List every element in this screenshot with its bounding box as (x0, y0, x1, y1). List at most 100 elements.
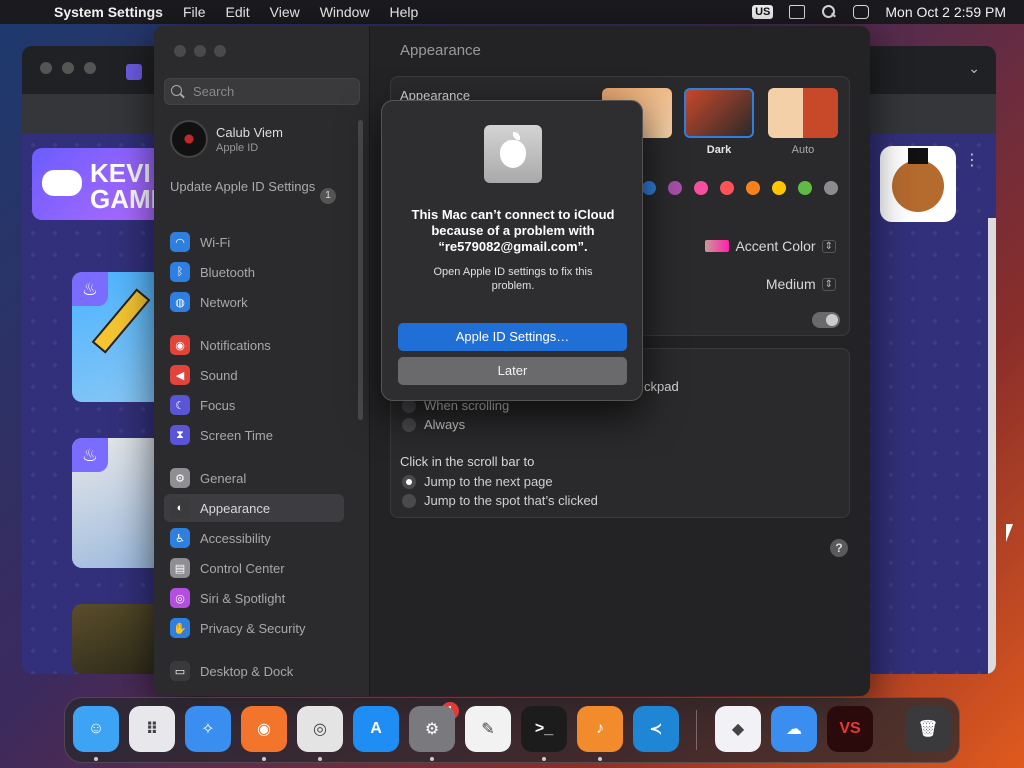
sidebar-item-control-center[interactable]: ▤ Control Center (164, 554, 344, 582)
site-logo-text: KEVI GAME (90, 158, 162, 214)
accent-swatch[interactable] (642, 181, 656, 195)
sidebar-item-screen-time[interactable]: ⧗ Screen Time (164, 421, 344, 449)
zoom-dot[interactable] (84, 62, 96, 74)
radio-jump-spot-clicked[interactable]: Jump to the spot that’s clicked (402, 493, 598, 508)
sidebar-item-notifications[interactable]: ◉ Notifications (164, 331, 344, 359)
sidebar-item-wifi[interactable]: ◠ Wi-Fi (164, 228, 344, 256)
dock-icon: ▭ (170, 661, 190, 681)
accent-swatch[interactable] (824, 181, 838, 195)
sidebar-item-appearance[interactable]: ◐ Appearance (164, 494, 344, 522)
sidebar-item-siri-spotlight[interactable]: ◎ Siri & Spotlight (164, 584, 344, 612)
site-logo[interactable]: KEVI GAME (32, 148, 162, 220)
close-button[interactable] (174, 45, 186, 57)
dock-weather-icon[interactable]: ☁ (771, 706, 817, 752)
menu-app-name[interactable]: System Settings (54, 4, 163, 20)
input-source-badge[interactable]: US (752, 5, 774, 19)
appearance-auto-label: Auto (791, 144, 815, 156)
wallpaper-tinting-toggle[interactable] (812, 312, 840, 328)
browser-scrollbar[interactable] (988, 218, 996, 674)
control-center-icon[interactable] (853, 5, 870, 19)
dock-textedit-icon[interactable]: ✎ (465, 706, 511, 752)
sidebar-size-value: Medium (765, 276, 816, 292)
appearance-icon: ◐ (170, 498, 190, 518)
sidebar-scrollbar[interactable] (358, 120, 363, 420)
minimize-dot[interactable] (62, 62, 74, 74)
gear-icon: ⚙ (170, 468, 190, 488)
accent-swatch[interactable] (798, 181, 812, 195)
highlight-color-control[interactable]: Accent Color ⇕ (705, 238, 836, 254)
sidebar-item-sound[interactable]: ◀ Sound (164, 361, 344, 389)
game-thumbnail[interactable]: ♨ (72, 438, 162, 568)
radio-always[interactable]: Always (402, 417, 465, 432)
dock-vs-icon[interactable]: VS (827, 706, 873, 752)
hat-art (908, 148, 928, 164)
icloud-alert-dialog: This Mac can’t connect to iCloud because… (381, 100, 643, 401)
tab-favicon-icon[interactable] (126, 64, 142, 80)
later-button[interactable]: Later (398, 357, 627, 385)
apple-id-settings-button[interactable]: Apple ID Settings… (398, 323, 627, 351)
running-indicator (262, 757, 266, 761)
accent-swatch[interactable] (746, 181, 760, 195)
dock-vs-code-icon[interactable]: ≺ (633, 706, 679, 752)
close-dot[interactable] (40, 62, 52, 74)
sidebar-item-desktop-dock[interactable]: ▭ Desktop & Dock (164, 657, 344, 685)
alert-title: This Mac can’t connect to iCloud because… (411, 207, 615, 254)
dock-terminal-icon[interactable]: >_ (521, 706, 567, 752)
accent-swatch[interactable] (720, 181, 734, 195)
dock-garageband-icon[interactable]: ♪ (577, 706, 623, 752)
sidebar-item-bluetooth[interactable]: ᛒ Bluetooth (164, 258, 344, 286)
menu-file[interactable]: File (183, 4, 206, 20)
dock-safari-icon[interactable]: ✧ (185, 706, 231, 752)
dock-launchpad-icon[interactable]: ⠿ (129, 706, 175, 752)
dock-chrome-icon[interactable]: ◎ (297, 706, 343, 752)
menu-clock[interactable]: Mon Oct 2 2:59 PM (885, 4, 1006, 20)
zoom-button[interactable] (214, 45, 226, 57)
running-indicator (542, 757, 546, 761)
appearance-dark-label: Dark (706, 144, 732, 156)
accent-swatch[interactable] (772, 181, 786, 195)
accent-swatch[interactable] (668, 181, 682, 195)
sidebar-size-control[interactable]: Medium ⇕ (766, 276, 836, 292)
apple-logo-icon (484, 125, 542, 183)
browser-menu-icon[interactable]: ⋮ (964, 150, 980, 170)
spotlight-icon[interactable] (821, 5, 837, 19)
game-thumbnail[interactable] (72, 604, 162, 674)
running-indicator (94, 757, 98, 761)
dock-app-store-icon[interactable]: A (353, 706, 399, 752)
sidebar-item-privacy-security[interactable]: ✋ Privacy & Security (164, 614, 344, 642)
dock-finder-icon[interactable]: ☺ (73, 706, 119, 752)
game-thumbnail[interactable] (880, 146, 956, 222)
appearance-dark-option[interactable] (684, 88, 754, 138)
sidebar-item-general[interactable]: ⚙ General (164, 464, 344, 492)
menu-help[interactable]: Help (390, 4, 419, 20)
game-thumbnail[interactable]: ♨ (72, 272, 162, 402)
page-title: Appearance (400, 42, 481, 59)
sidebar-item-network[interactable]: ◍ Network (164, 288, 344, 316)
dock-trash-icon[interactable]: 🗑 (905, 706, 951, 752)
help-button[interactable]: ? (830, 539, 848, 557)
avatar (170, 120, 208, 158)
search-input[interactable]: Search (164, 78, 360, 105)
radio-button (402, 474, 416, 489)
minimize-button[interactable] (194, 45, 206, 57)
running-indicator (430, 757, 434, 761)
tab-list-chevron-icon[interactable]: ⌄ (968, 60, 980, 77)
menu-view[interactable]: View (270, 4, 300, 20)
menu-edit[interactable]: Edit (226, 4, 250, 20)
radio-button (402, 417, 416, 432)
radio-jump-next-page[interactable]: Jump to the next page (402, 474, 553, 489)
screen-mirroring-icon[interactable] (789, 5, 806, 19)
sidebar-item-focus[interactable]: ☾ Focus (164, 391, 344, 419)
appearance-auto-option[interactable] (768, 88, 838, 138)
dock-system-settings-icon[interactable]: ⚙ (409, 706, 455, 752)
apple-id-row[interactable]: Calub Viem Apple ID (170, 120, 283, 158)
dock-firefox-icon[interactable]: ◉ (241, 706, 287, 752)
sidebar-item-accessibility[interactable]: ♿ Accessibility (164, 524, 344, 552)
control-center-icon: ▤ (170, 558, 190, 578)
dock-visual-studio-icon[interactable]: ◆ (715, 706, 761, 752)
mouse-cursor-icon (1006, 524, 1013, 542)
update-apple-id-row[interactable]: Update Apple ID Settings (170, 178, 340, 195)
accent-swatch[interactable] (694, 181, 708, 195)
menu-window[interactable]: Window (320, 4, 370, 20)
menu-bar-extras: US Mon Oct 2 2:59 PM (752, 0, 1006, 24)
